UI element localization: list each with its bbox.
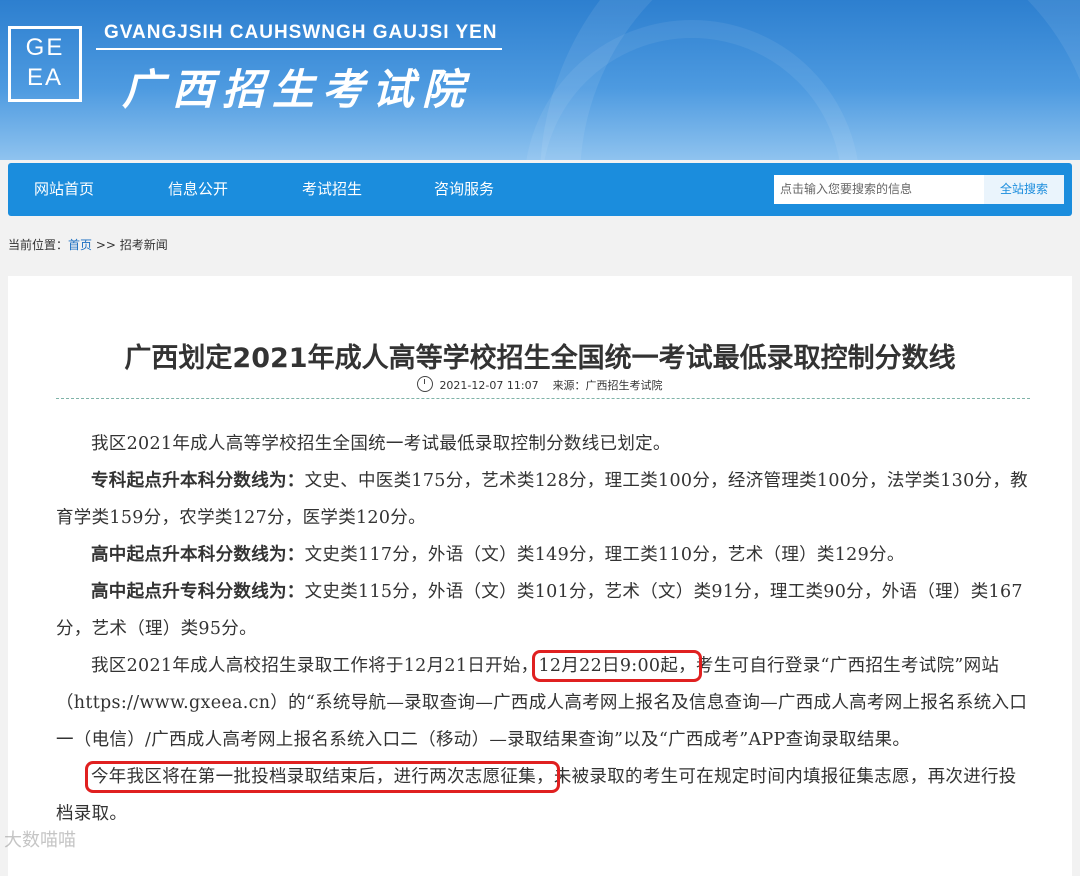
- text-gao-ben: 文史类117分，外语（文）类149分，理工类110分，艺术（理）类129分。: [304, 545, 905, 565]
- logo-text: GE EA: [25, 34, 65, 91]
- paragraph-admission: 我区2021年成人高校招生录取工作将于12月21日开始，12月22日9:00起，…: [56, 648, 1032, 759]
- admission-start-text: 我区2021年成人高校招生录取工作将于12月21日开始，: [91, 656, 539, 676]
- paragraph-zhuan-ben: 专科起点升本科分数线为：文史、中医类175分，艺术类128分，理工类100分，经…: [56, 463, 1032, 537]
- highlight-solicitation: 今年我区将在第一批投档录取结束后，进行两次志愿征集，: [85, 761, 560, 793]
- breadcrumb-home[interactable]: 首页: [68, 238, 92, 252]
- paragraph-solicitation: 今年我区将在第一批投档录取结束后，进行两次志愿征集，未被录取的考生可在规定时间内…: [56, 759, 1032, 833]
- search-button[interactable]: 全站搜索: [984, 175, 1064, 204]
- article: 广西划定2021年成人高等学校招生全国统一考试最低录取控制分数线 2021-12…: [8, 276, 1072, 876]
- breadcrumb-current: 招考新闻: [119, 238, 168, 252]
- label-gao-zhuan: 高中起点升专科分数线为：: [91, 582, 305, 602]
- title-divider: [56, 398, 1030, 399]
- paragraph-intro: 我区2021年成人高等学校招生全国统一考试最低录取控制分数线已划定。: [91, 434, 671, 454]
- header-divider: [96, 48, 502, 50]
- breadcrumb-prefix: 当前位置：: [8, 238, 69, 252]
- clock-icon: [417, 376, 434, 392]
- nav-info-public[interactable]: 信息公开: [168, 163, 228, 216]
- article-body: 我区2021年成人高等学校招生全国统一考试最低录取控制分数线已划定。 专科起点升…: [56, 426, 1032, 833]
- nav-consulting[interactable]: 咨询服务: [434, 163, 494, 216]
- breadcrumb-separator: >>: [92, 238, 120, 252]
- breadcrumb: 当前位置：首页 >> 招考新闻: [8, 236, 168, 253]
- site-logo[interactable]: GE EA: [8, 26, 82, 102]
- search-input[interactable]: 点击输入您要搜索的信息: [774, 175, 984, 204]
- paragraph-gao-zhuan: 高中起点升专科分数线为：文史类115分，外语（文）类101分，艺术（文）类91分…: [56, 574, 1032, 648]
- site-name-cn: 广西招生考试院: [122, 65, 473, 114]
- highlight-query-time: 12月22日9:00起，: [532, 650, 702, 682]
- label-zhuan-ben: 专科起点升本科分数线为：: [91, 471, 305, 491]
- article-source: 来源：广西招生考试院: [552, 379, 663, 392]
- label-gao-ben: 高中起点升本科分数线为：: [91, 545, 305, 565]
- article-meta: 2021-12-07 11:07 来源：广西招生考试院: [8, 376, 1072, 393]
- site-header: GE EA GVANGJSIH CAUHSWNGH GAUJSI YEN 广西招生…: [0, 0, 1080, 160]
- watermark: 大数喵喵: [4, 830, 76, 851]
- article-date: 2021-12-07 11:07: [439, 379, 539, 392]
- paragraph-gao-ben: 高中起点升本科分数线为：文史类117分，外语（文）类149分，理工类110分，艺…: [56, 537, 1032, 574]
- site-name-en: GVANGJSIH CAUHSWNGH GAUJSI YEN: [104, 22, 498, 43]
- article-title: 广西划定2021年成人高等学校招生全国统一考试最低录取控制分数线: [124, 343, 956, 374]
- main-nav: 网站首页 信息公开 考试招生 咨询服务 点击输入您要搜索的信息 全站搜索: [8, 163, 1072, 216]
- nav-home[interactable]: 网站首页: [34, 163, 94, 216]
- nav-exam-admission[interactable]: 考试招生: [302, 163, 362, 216]
